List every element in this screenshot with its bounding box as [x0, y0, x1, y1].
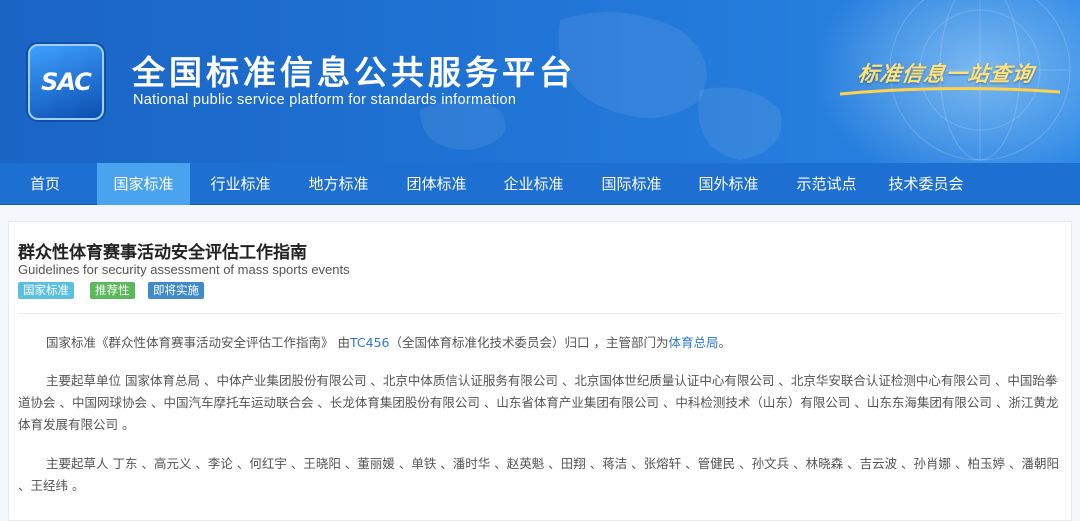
nav-item-pilot-demonstration[interactable]: 示范试点 [780, 163, 873, 205]
sac-logo[interactable]: SAC [28, 44, 104, 120]
drafting-units-paragraph: 主要起草单位 国家体育总局 、中体产业集团股份有限公司 、北京中体质信认证服务有… [18, 373, 1059, 432]
logo-text: SAC [41, 68, 92, 96]
sport-administration-link[interactable]: 体育总局 [668, 335, 718, 350]
slogan-swoosh-decoration [840, 86, 1060, 96]
badge-recommended: 推荐性 [90, 282, 135, 299]
nav-item-national-standards[interactable]: 国家标准 [97, 163, 190, 205]
nav-item-technical-committees[interactable]: 技术委员会 [874, 163, 978, 205]
nav-item-foreign-standards[interactable]: 国外标准 [682, 163, 775, 205]
header-banner: SAC 全国标准信息公共服务平台 National public service… [0, 0, 1080, 163]
site-title: 全国标准信息公共服务平台 [132, 53, 576, 92]
standard-title-cn: 群众性体育赛事活动安全评估工作指南 [18, 243, 307, 263]
badge-upcoming-implementation: 即将实施 [148, 282, 204, 299]
drafters-paragraph: 主要起草人 丁东 、高元义 、李论 、何红宇 、王晓阳 、董丽媛 、单铁 、潘时… [18, 456, 1059, 493]
intro-suffix: 。 [718, 335, 731, 350]
site-slogan: 标准信息一站查询 [856, 61, 1036, 86]
tc456-link[interactable]: TC456 [350, 335, 390, 350]
main-nav: 首页 国家标准 行业标准 地方标准 团体标准 企业标准 国际标准 国外标准 示范… [0, 163, 1080, 205]
nav-item-enterprise-standards[interactable]: 企业标准 [487, 163, 580, 205]
intro-middle: （全国体育标准化技术委员会）归口 ，主管部门为 [389, 335, 669, 350]
nav-item-home[interactable]: 首页 [14, 163, 76, 205]
site-subtitle: National public service platform for sta… [133, 92, 517, 108]
nav-item-group-standards[interactable]: 团体标准 [390, 163, 483, 205]
standard-intro-paragraph: 国家标准《群众性体育赛事活动安全评估工作指南》 由TC456（全国体育标准化技术… [18, 332, 1060, 354]
content-divider [18, 313, 1062, 314]
nav-item-local-standards[interactable]: 地方标准 [292, 163, 385, 205]
nav-item-industry-standards[interactable]: 行业标准 [194, 163, 287, 205]
standard-title-en: Guidelines for security assessment of ma… [18, 262, 350, 277]
badge-national-standard: 国家标准 [18, 282, 74, 299]
intro-prefix: 国家标准《群众性体育赛事活动安全评估工作指南》 由 [46, 335, 350, 350]
nav-item-international-standards[interactable]: 国际标准 [585, 163, 678, 205]
